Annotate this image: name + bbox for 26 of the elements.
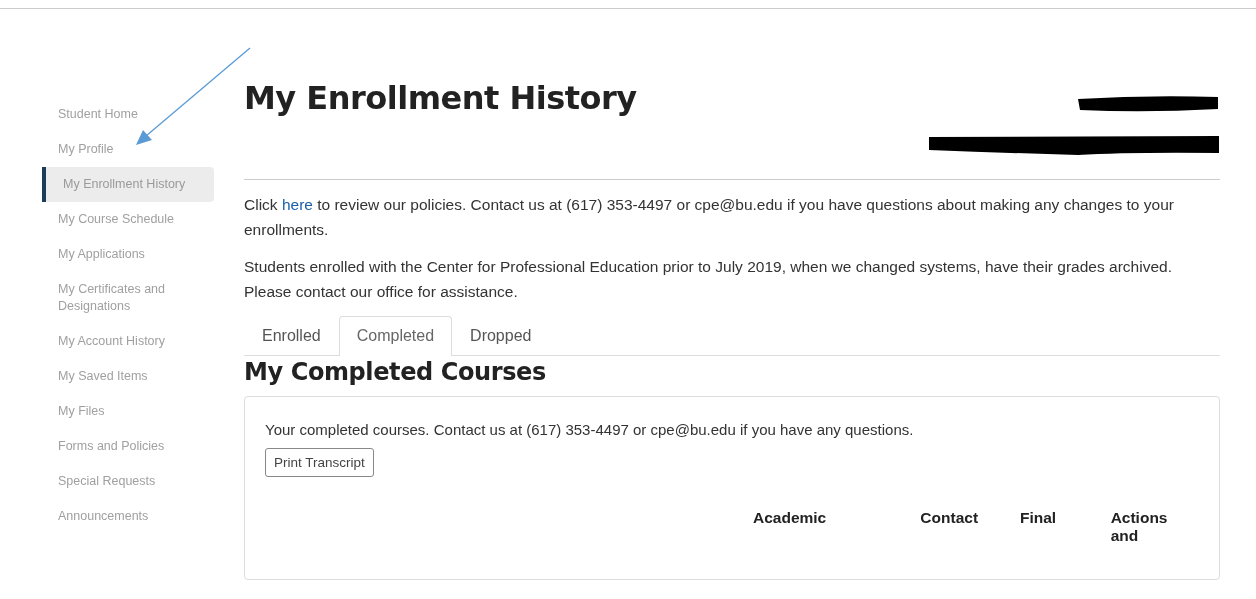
sidebar-item[interactable]: My Profile: [38, 132, 214, 167]
tab[interactable]: Dropped: [452, 316, 550, 356]
tab[interactable]: Completed: [338, 316, 453, 356]
sidebar-item[interactable]: Forms and Policies: [38, 429, 214, 464]
archive-note: Students enrolled with the Center for Professional Education prior to July 2019, when we changed systems, have their grades archived. Please contact our office for assistance.: [244, 257, 1173, 302]
sidebar-item[interactable]: My Applications: [38, 237, 214, 272]
sidebar-item[interactable]: Student Home: [38, 97, 214, 132]
column-header: Actions and: [1110, 509, 1169, 545]
card-intro: Your completed courses. Contact us at (617) 353-4497 or cpe@bu.edu if you have any questions.: [265, 421, 915, 438]
sidebar-item[interactable]: Special Requests: [38, 464, 214, 499]
sidebar-item[interactable]: My Course Schedule: [38, 202, 214, 237]
policy-notice: Click here to review our policies. Contact us at (617) 353-4497 or cpe@bu.edu if you have questions about making any changes to your enrollments.: [244, 195, 1175, 240]
sidebar-item[interactable]: My Saved Items: [38, 359, 214, 394]
sidebar-item[interactable]: My Certificates and Designations: [38, 272, 214, 324]
policies-link[interactable]: here: [281, 196, 313, 213]
sidebar-item[interactable]: My Account History: [38, 324, 214, 359]
column-header: Contact: [920, 509, 980, 528]
sidebar-item[interactable]: My Files: [38, 394, 214, 429]
page-title: My Enrollment History: [244, 79, 637, 119]
tab[interactable]: Enrolled: [244, 316, 339, 356]
column-header: Final: [1020, 509, 1058, 528]
sidebar-item[interactable]: My Enrollment History: [42, 167, 214, 202]
print-transcript-button[interactable]: Print Transcript: [265, 448, 374, 477]
column-header: Academic: [753, 509, 828, 528]
section-title: My Completed Courses: [244, 358, 547, 386]
sidebar-item[interactable]: Announcements: [38, 499, 214, 534]
